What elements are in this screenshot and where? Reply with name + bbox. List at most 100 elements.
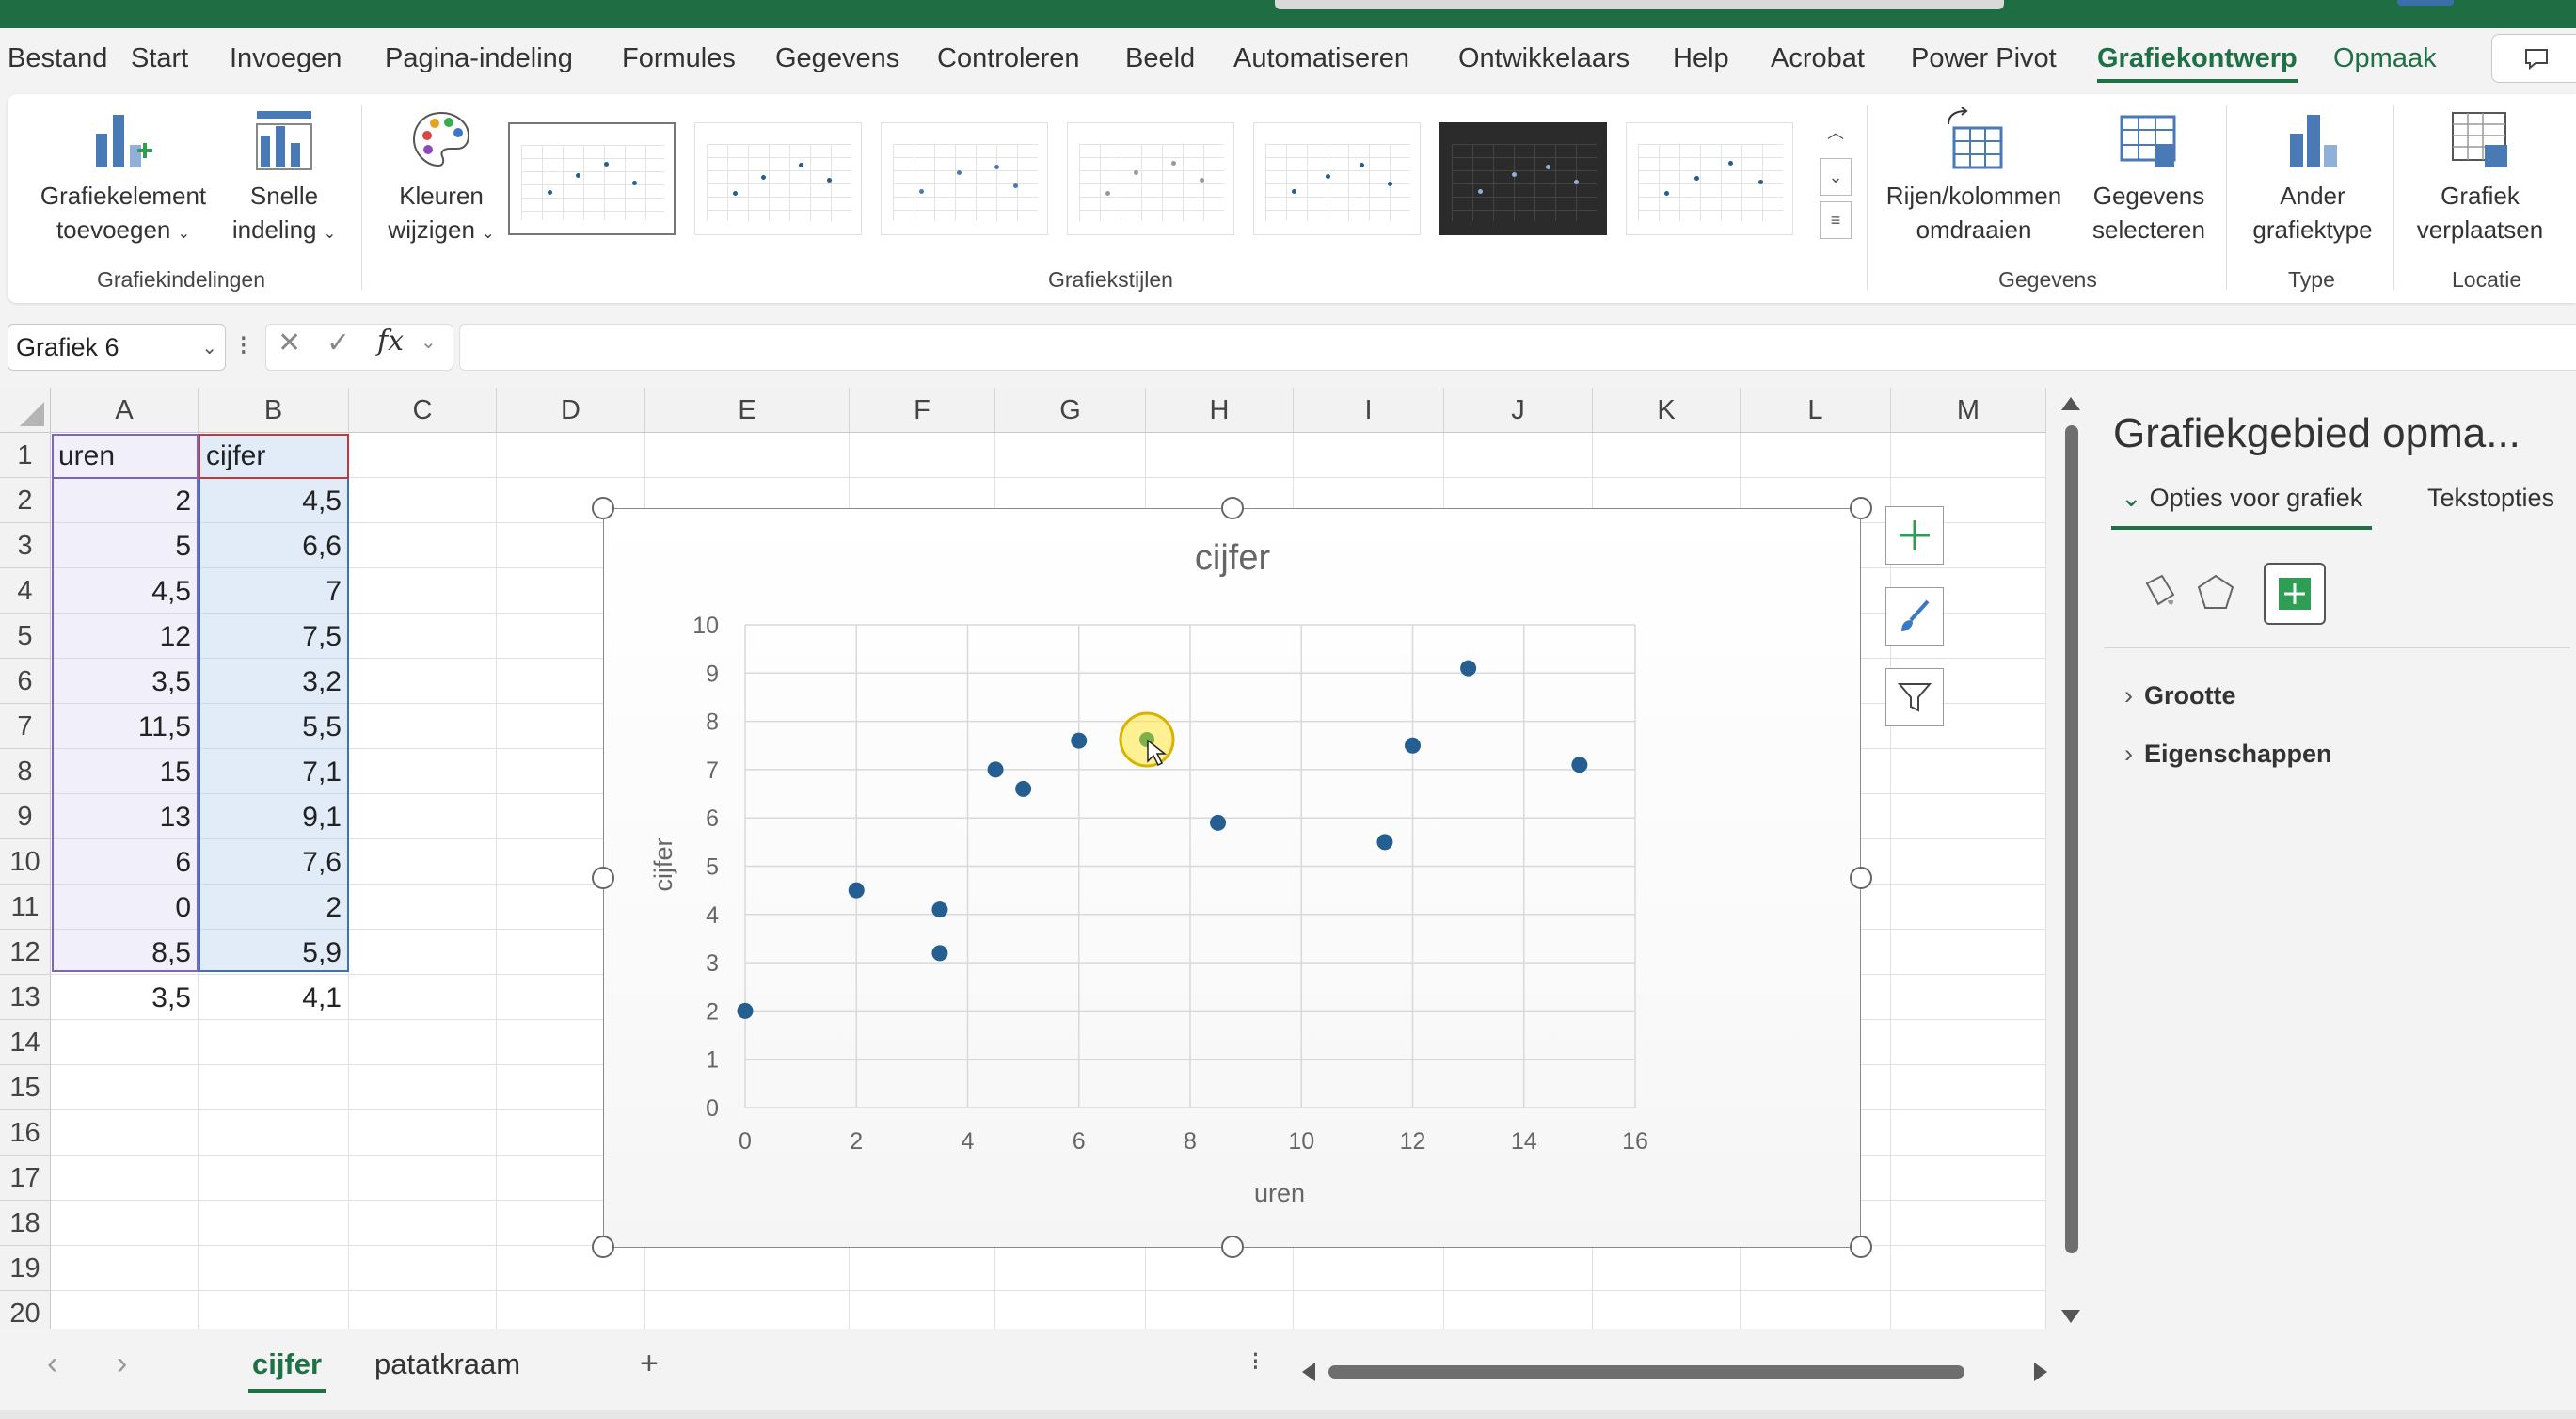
column-header-j[interactable]: J <box>1444 388 1593 433</box>
row-header-19[interactable]: 19 <box>0 1246 51 1291</box>
column-header-m[interactable]: M <box>1891 388 2046 433</box>
column-header-c[interactable]: C <box>349 388 497 433</box>
cell-a7[interactable]: 11,5 <box>53 705 197 749</box>
cell-b2[interactable]: 4,5 <box>200 479 347 523</box>
cell-a11[interactable]: 0 <box>53 885 197 930</box>
resize-handle-right[interactable] <box>1850 867 1872 889</box>
select-all-corner[interactable] <box>0 388 51 433</box>
data-point[interactable] <box>1405 737 1421 754</box>
data-point[interactable] <box>848 882 865 899</box>
tab-text-options[interactable]: Tekstopties <box>2427 484 2554 513</box>
chart-style-7[interactable] <box>1626 122 1793 235</box>
resize-handle-bottom[interactable] <box>1221 1236 1244 1258</box>
add-chart-element-button[interactable]: Grafiekelement toevoegen ⌄ <box>34 107 213 251</box>
cell-b6[interactable]: 3,2 <box>200 660 347 704</box>
tab-gegevens[interactable]: Gegevens <box>775 43 899 74</box>
section-size[interactable]: › Grootte <box>2124 681 2236 710</box>
gallery-up-button[interactable]: ︿ <box>1820 115 1852 152</box>
tab-bestand[interactable]: Bestand <box>8 43 107 74</box>
tab-controleren[interactable]: Controleren <box>937 43 1080 74</box>
move-chart-button[interactable]: Grafiek verplaatsen <box>2405 107 2555 247</box>
row-header-7[interactable]: 7 <box>0 704 51 749</box>
horizontal-scrollbar[interactable] <box>1298 1357 2051 1385</box>
scroll-right-icon[interactable] <box>2034 1363 2047 1381</box>
horizontal-scroll-thumb[interactable] <box>1328 1365 1964 1379</box>
column-header-f[interactable]: F <box>850 388 995 433</box>
cell-b10[interactable]: 7,6 <box>200 840 347 885</box>
y-axis-title[interactable]: cijfer <box>649 837 677 891</box>
vertical-scroll-thumb[interactable] <box>2065 425 2078 1253</box>
scroll-up-icon[interactable] <box>2061 397 2080 410</box>
scatter-chart[interactable]: 0 2 4 6 8 10 12 14 16 012345678910 cijfer uren c… <box>604 509 1862 1249</box>
column-header-b[interactable]: B <box>199 388 349 433</box>
resize-handle-left[interactable] <box>592 867 614 889</box>
select-data-button[interactable]: Gegevens selecteren <box>2074 107 2224 247</box>
tab-invoegen[interactable]: Invoegen <box>230 43 342 74</box>
name-box[interactable]: Grafiek 6 ⌄ <box>8 324 226 371</box>
change-colors-button[interactable]: Kleuren wijzigen ⌄ <box>371 107 512 251</box>
confirm-icon[interactable]: ✓ <box>326 327 350 359</box>
cell-b13[interactable]: 4,1 <box>200 976 347 1020</box>
cell-a6[interactable]: 3,5 <box>53 660 197 704</box>
chart-elements-button[interactable] <box>1885 506 1944 565</box>
data-point[interactable] <box>1460 660 1477 677</box>
chart-styles-button[interactable] <box>1885 587 1944 646</box>
comments-button[interactable] <box>2491 34 2576 83</box>
cell-b4[interactable]: 7 <box>200 569 347 614</box>
column-header-h[interactable]: H <box>1146 388 1294 433</box>
size-properties-icon[interactable] <box>2264 563 2326 625</box>
change-chart-type-button[interactable]: Ander grafiektype <box>2237 107 2388 247</box>
cell-b3[interactable]: 6,6 <box>200 524 347 568</box>
tab-help[interactable]: Help <box>1673 43 1729 74</box>
data-point[interactable] <box>1571 757 1588 773</box>
data-point[interactable] <box>737 1002 754 1019</box>
tab-automatiseren[interactable]: Automatiseren <box>1233 43 1409 74</box>
row-header-12[interactable]: 12 <box>0 930 51 975</box>
chart-style-3[interactable] <box>881 122 1048 235</box>
cell-a1[interactable]: uren <box>53 434 197 478</box>
add-sheet-icon[interactable]: + <box>640 1346 659 1382</box>
fill-line-icon[interactable] <box>2126 563 2188 625</box>
quick-layout-button[interactable]: Snelle indeling ⌄ <box>222 107 346 251</box>
tab-beeld[interactable]: Beeld <box>1125 43 1195 74</box>
cell-a3[interactable]: 5 <box>53 524 197 568</box>
cell-b9[interactable]: 9,1 <box>200 795 347 839</box>
resize-handle-bottom-right[interactable] <box>1850 1236 1872 1258</box>
cell-b7[interactable]: 5,5 <box>200 705 347 749</box>
chart-style-4[interactable] <box>1067 122 1234 235</box>
row-header-15[interactable]: 15 <box>0 1065 51 1110</box>
data-point[interactable] <box>1210 814 1227 831</box>
vertical-scrollbar[interactable] <box>2057 388 2085 1329</box>
cell-b5[interactable]: 7,5 <box>200 614 347 659</box>
cell-b1[interactable]: cijfer <box>200 434 347 478</box>
row-header-3[interactable]: 3 <box>0 523 51 568</box>
row-header-16[interactable]: 16 <box>0 1110 51 1156</box>
data-point[interactable] <box>1071 732 1088 749</box>
scroll-down-icon[interactable] <box>2061 1310 2080 1323</box>
more-vertical-icon[interactable]: ⁝ <box>1251 1346 1260 1377</box>
chart-style-2[interactable] <box>694 122 862 235</box>
insert-function-icon[interactable]: fx <box>377 325 404 358</box>
chart-style-1[interactable] <box>508 122 676 235</box>
row-header-1[interactable]: 1 <box>0 433 51 478</box>
cell-a12[interactable]: 8,5 <box>53 931 197 975</box>
resize-handle-bottom-left[interactable] <box>592 1236 614 1258</box>
column-header-e[interactable]: E <box>645 388 850 433</box>
tab-start[interactable]: Start <box>131 43 188 74</box>
cell-a13[interactable]: 3,5 <box>53 976 197 1020</box>
data-point[interactable] <box>931 901 948 918</box>
column-header-a[interactable]: A <box>51 388 199 433</box>
resize-handle-top-left[interactable] <box>592 497 614 519</box>
column-header-i[interactable]: I <box>1294 388 1444 433</box>
cell-b8[interactable]: 7,1 <box>200 750 347 794</box>
column-header-l[interactable]: L <box>1741 388 1891 433</box>
cell-a10[interactable]: 6 <box>53 840 197 885</box>
cell-b11[interactable]: 2 <box>200 885 347 930</box>
x-axis-title[interactable]: uren <box>1254 1179 1305 1207</box>
column-header-d[interactable]: D <box>497 388 645 433</box>
sheet-prev-icon[interactable]: ‹ <box>47 1346 57 1382</box>
cell-a9[interactable]: 13 <box>53 795 197 839</box>
cell-a5[interactable]: 12 <box>53 614 197 659</box>
search-box[interactable] <box>1275 0 2004 9</box>
tab-grafiekontwerp[interactable]: Grafiekontwerp <box>2097 43 2298 83</box>
